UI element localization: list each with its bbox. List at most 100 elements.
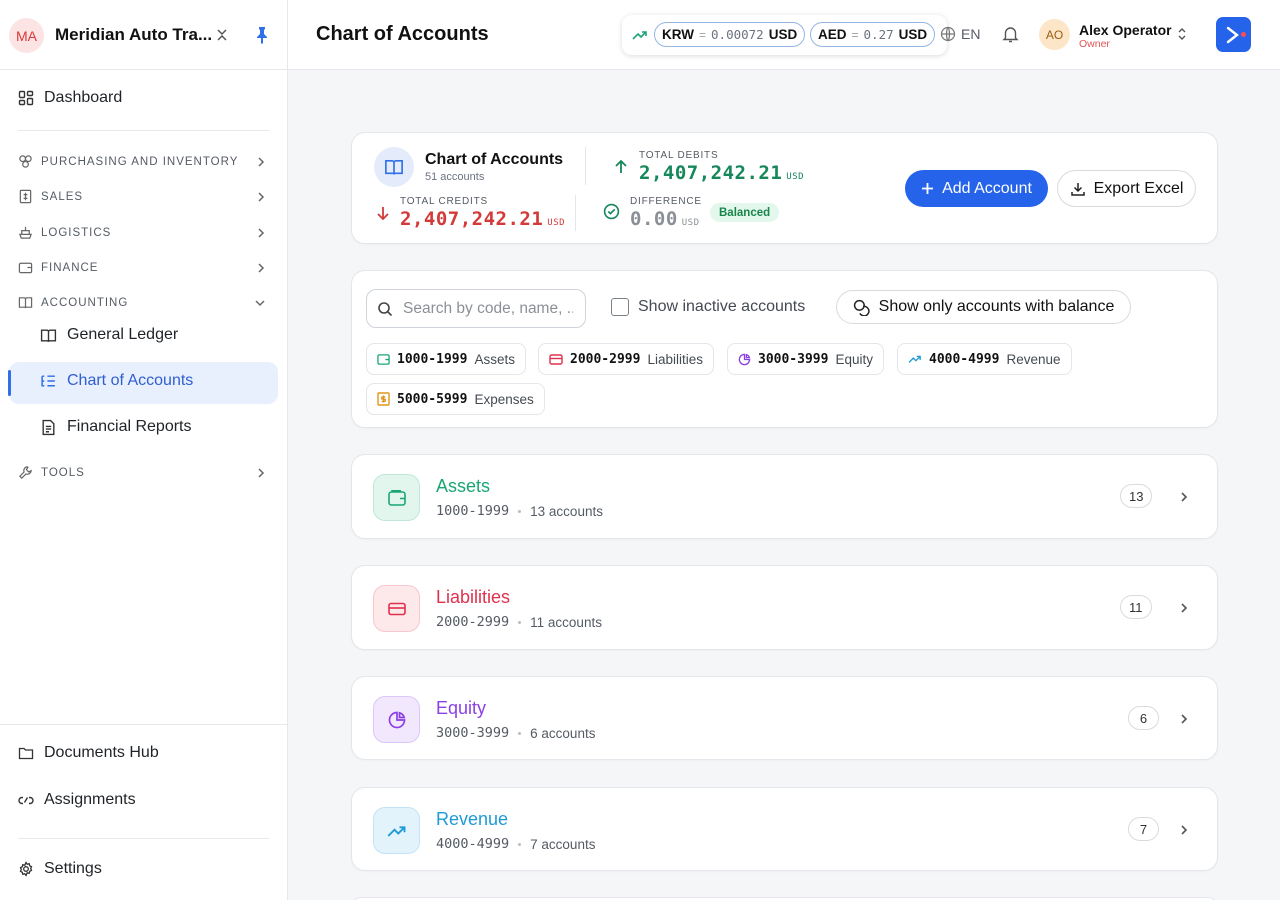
sidebar-item-general-ledger[interactable]: General Ledger xyxy=(40,326,178,344)
chevron-right-icon xyxy=(256,467,266,479)
sidebar-section-accounting[interactable]: ACCOUNTING xyxy=(18,295,269,310)
category-accounts: 13 accounts xyxy=(530,503,603,519)
range-code: 5000-5999 xyxy=(397,391,468,407)
wallet-icon xyxy=(377,353,390,366)
wallet-icon xyxy=(373,474,420,521)
range-code: 2000-2999 xyxy=(570,351,641,367)
count-badge: 11 xyxy=(1120,595,1152,619)
sidebar-item-documents-hub[interactable]: Documents Hub xyxy=(18,744,159,762)
box-icon xyxy=(18,154,33,169)
dollar-receipt-icon xyxy=(377,392,390,406)
arrow-down-icon xyxy=(376,205,390,221)
search-input[interactable] xyxy=(403,299,573,318)
fx-rates-widget[interactable]: KRW = 0.00072 USD AED = 0.27 USD xyxy=(622,15,947,55)
link-icon xyxy=(18,792,34,808)
category-accounts: 11 accounts xyxy=(530,614,602,630)
chevron-right-icon[interactable] xyxy=(1179,712,1189,726)
count-badge: 13 xyxy=(1120,484,1153,508)
credit-card-icon xyxy=(549,353,563,366)
range-label: Liabilities xyxy=(647,351,703,367)
chevron-right-icon xyxy=(256,191,266,203)
fx-rate-aed[interactable]: AED = 0.27 USD xyxy=(810,22,936,47)
category-range: 3000-3999 xyxy=(436,725,510,741)
category-name: Assets xyxy=(436,476,491,496)
range-chip-equity[interactable]: 3000-3999 Equity xyxy=(727,343,884,375)
org-avatar: MA xyxy=(9,18,44,53)
app-logo[interactable] xyxy=(1216,17,1251,52)
total-credits: 2,407,242.21 USD xyxy=(400,208,565,230)
show-inactive-checkbox[interactable]: Show inactive accounts xyxy=(611,298,805,316)
export-excel-button[interactable]: Export Excel xyxy=(1057,170,1196,207)
sidebar-item-label: Financial Reports xyxy=(67,418,192,435)
download-icon xyxy=(1070,181,1086,197)
summary-title: Chart of Accounts xyxy=(425,151,564,168)
book-open-icon xyxy=(40,327,57,344)
sidebar-item-dashboard[interactable]: Dashboard xyxy=(18,89,122,107)
sidebar-section-sales[interactable]: SALES xyxy=(18,189,269,204)
summary-card: Chart of Accounts 51 accounts TOTAL DEBI… xyxy=(351,132,1218,244)
list-tree-icon xyxy=(40,373,57,390)
range-chip-liabilities[interactable]: 2000-2999 Liabilities xyxy=(538,343,714,375)
chevron-updown-icon[interactable] xyxy=(1177,27,1187,41)
category-card-revenue[interactable]: Revenue 4000-4999 7 accounts 7 xyxy=(351,787,1218,871)
add-account-button[interactable]: Add Account xyxy=(905,170,1048,207)
divider xyxy=(585,147,586,185)
language-label: EN xyxy=(961,26,981,42)
pin-icon[interactable] xyxy=(254,26,270,44)
category-card-liabilities[interactable]: Liabilities 2000-2999 11 accounts 11 xyxy=(351,565,1218,650)
range-code: 3000-3999 xyxy=(758,351,829,367)
category-card-assets[interactable]: Assets 1000-1999 13 accounts 13 xyxy=(351,454,1218,539)
fx-base: USD xyxy=(898,27,928,42)
wrench-icon xyxy=(18,465,33,480)
coins-icon xyxy=(853,299,870,316)
sidebar-item-financial-reports[interactable]: Financial Reports xyxy=(40,418,192,436)
org-name: Meridian Auto Tra... xyxy=(55,25,213,44)
chevron-right-icon[interactable] xyxy=(1179,823,1189,837)
button-label: Show only accounts with balance xyxy=(878,298,1115,315)
sidebar: MA Meridian Auto Tra... Dashboard PURCHA… xyxy=(0,0,288,900)
difference-label: DIFFERENCE xyxy=(630,196,702,207)
language-switcher[interactable]: EN xyxy=(940,26,980,42)
sidebar-item-chart-of-accounts[interactable]: Chart of Accounts xyxy=(40,372,193,390)
separator-dot xyxy=(518,509,522,513)
category-meta: 1000-1999 13 accounts xyxy=(436,503,603,519)
total-debits: 2,407,242.21 USD xyxy=(639,162,804,184)
sidebar-section-finance[interactable]: FINANCE xyxy=(18,260,269,275)
trending-up-icon xyxy=(373,807,420,854)
separator-dot xyxy=(518,842,522,846)
category-name: Liabilities xyxy=(436,587,511,607)
total-credits-label: TOTAL CREDITS xyxy=(400,196,489,207)
org-switcher[interactable]: MA Meridian Auto Tra... xyxy=(0,0,288,70)
user-role: Owner xyxy=(1079,38,1110,50)
chevron-right-icon[interactable] xyxy=(1179,490,1189,504)
sidebar-section-logistics[interactable]: LOGISTICS xyxy=(18,225,269,240)
range-chip-revenue[interactable]: 4000-4999 Revenue xyxy=(897,343,1072,375)
only-balance-toggle[interactable]: Show only accounts with balance xyxy=(836,290,1131,324)
chevron-right-icon[interactable] xyxy=(1179,601,1189,615)
range-chip-assets[interactable]: 1000-1999 Assets xyxy=(366,343,526,375)
sidebar-item-label: Dashboard xyxy=(44,89,123,106)
fx-rate: 0.00072 xyxy=(711,27,764,42)
sidebar-item-settings[interactable]: Settings xyxy=(18,860,102,878)
fx-rate-krw[interactable]: KRW = 0.00072 USD xyxy=(654,22,806,47)
search-field[interactable] xyxy=(366,289,586,328)
category-card-equity[interactable]: Equity 3000-3999 6 accounts 6 xyxy=(351,676,1218,760)
range-code: 1000-1999 xyxy=(397,351,468,367)
sidebar-section-tools[interactable]: TOOLS xyxy=(18,465,269,480)
range-chip-expenses[interactable]: 5000-5999 Expenses xyxy=(366,383,545,415)
checkbox[interactable] xyxy=(611,298,629,316)
button-label: Add Account xyxy=(942,179,1032,197)
sidebar-item-assignments[interactable]: Assignments xyxy=(18,791,136,809)
notification-dot xyxy=(1241,32,1246,37)
range-label: Assets xyxy=(474,351,515,367)
bell-icon[interactable] xyxy=(1002,25,1019,43)
chevron-right-icon xyxy=(256,156,266,168)
globe-icon xyxy=(940,26,956,42)
search-icon xyxy=(377,301,393,317)
avatar[interactable]: AO xyxy=(1039,19,1070,50)
filters-card: Show inactive accounts Show only account… xyxy=(351,270,1218,428)
unit: USD xyxy=(547,218,566,228)
switch-icon[interactable] xyxy=(214,27,230,43)
user-name[interactable]: Alex Operator xyxy=(1079,22,1172,38)
sidebar-section-purchasing[interactable]: PURCHASING AND INVENTORY xyxy=(18,154,269,169)
